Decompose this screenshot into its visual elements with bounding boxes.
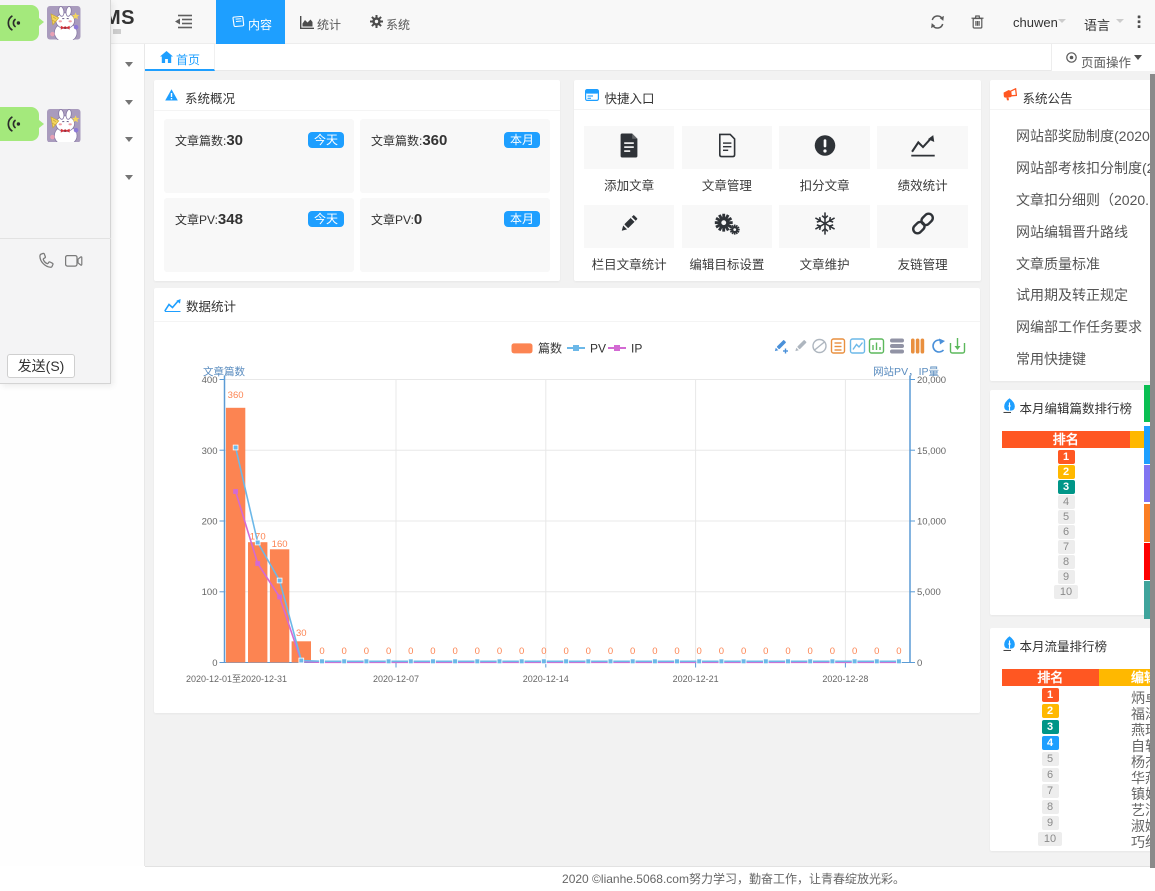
svg-text:0: 0	[852, 646, 857, 657]
svg-text:2020-12-14: 2020-12-14	[523, 674, 569, 684]
svg-text:5,000: 5,000	[917, 587, 941, 598]
svg-text:0: 0	[697, 646, 702, 657]
svg-text:360: 360	[228, 390, 244, 401]
svg-text:0: 0	[212, 658, 217, 669]
svg-text:0: 0	[342, 646, 347, 657]
svg-text:0: 0	[475, 646, 480, 657]
svg-text:0: 0	[563, 646, 568, 657]
svg-text:0: 0	[763, 646, 768, 657]
svg-text:PV: PV	[590, 341, 606, 355]
svg-text:200: 200	[202, 516, 218, 527]
svg-text:0: 0	[896, 646, 901, 657]
svg-text:0: 0	[719, 646, 724, 657]
svg-text:0: 0	[808, 646, 813, 657]
svg-text:0: 0	[430, 646, 435, 657]
svg-text:2020-12-28: 2020-12-28	[822, 674, 868, 684]
svg-text:0: 0	[652, 646, 657, 657]
svg-text:2020-12-01至2020-12-31: 2020-12-01至2020-12-31	[186, 674, 287, 684]
svg-text:网站PV，IP量: 网站PV，IP量	[873, 365, 939, 378]
svg-text:15,000: 15,000	[917, 445, 946, 456]
svg-text:0: 0	[586, 646, 591, 657]
svg-text:160: 160	[272, 539, 288, 550]
svg-text:IP: IP	[631, 341, 642, 355]
svg-text:0: 0	[830, 646, 835, 657]
svg-text:0: 0	[452, 646, 457, 657]
svg-text:100: 100	[202, 587, 218, 598]
svg-text:0: 0	[674, 646, 679, 657]
svg-text:0: 0	[741, 646, 746, 657]
svg-text:0: 0	[630, 646, 635, 657]
svg-text:0: 0	[497, 646, 502, 657]
svg-text:10,000: 10,000	[917, 516, 946, 527]
svg-text:0: 0	[386, 646, 391, 657]
svg-text:2020-12-07: 2020-12-07	[373, 674, 419, 684]
svg-text:0: 0	[917, 658, 922, 669]
svg-text:2020-12-21: 2020-12-21	[673, 674, 719, 684]
svg-text:0: 0	[608, 646, 613, 657]
svg-text:30: 30	[296, 628, 307, 639]
svg-text:0: 0	[519, 646, 524, 657]
svg-text:篇数: 篇数	[538, 340, 562, 355]
svg-text:0: 0	[364, 646, 369, 657]
svg-text:0: 0	[874, 646, 879, 657]
svg-text:0: 0	[541, 646, 546, 657]
svg-text:0: 0	[785, 646, 790, 657]
svg-text:0: 0	[408, 646, 413, 657]
svg-text:300: 300	[202, 445, 218, 456]
svg-text:0: 0	[319, 646, 324, 657]
svg-text:文章篇数: 文章篇数	[203, 365, 245, 378]
